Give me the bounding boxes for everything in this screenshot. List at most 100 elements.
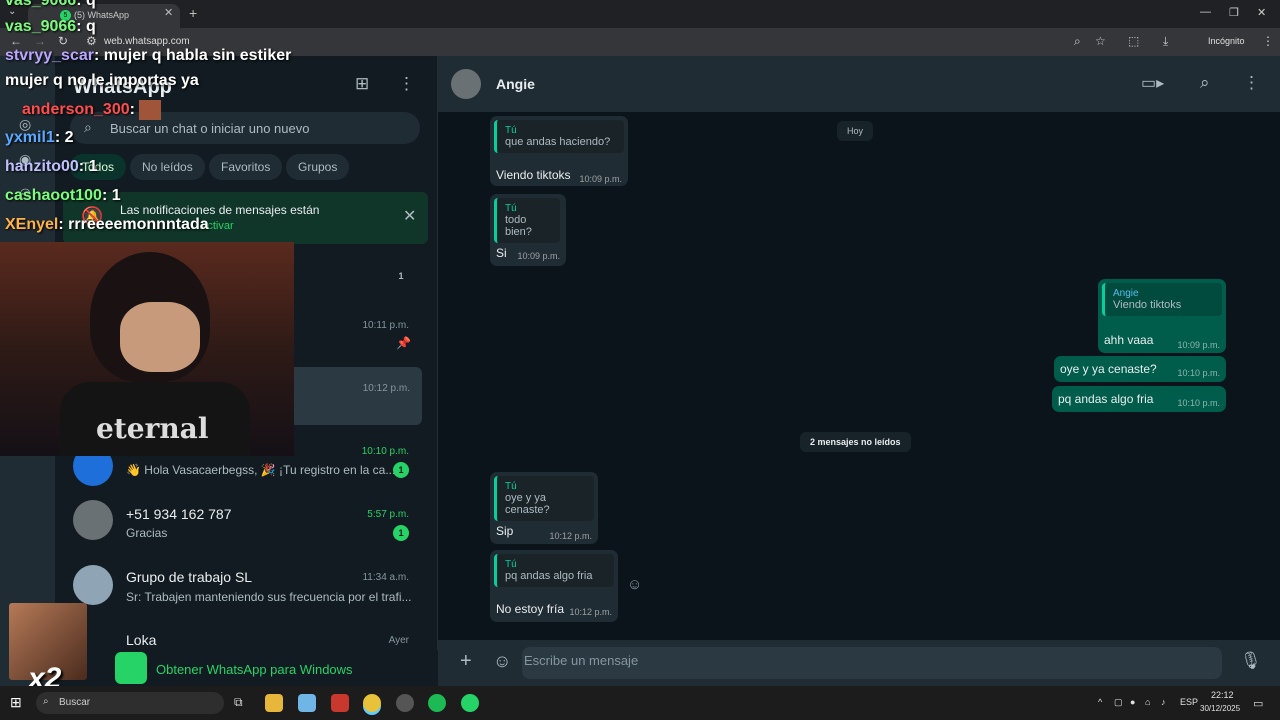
tab-list-chevron-icon[interactable]: ⌄ — [8, 6, 16, 17]
chat-name: Grupo de trabajo SL — [126, 569, 253, 585]
message-bubble[interactable]: Tú oye y ya cenaste? Sip 10:12 p.m. — [490, 472, 598, 544]
message-time: 10:12 p.m. — [549, 531, 592, 541]
sticker-icon[interactable]: ☺ — [493, 651, 511, 672]
restore-icon[interactable]: ❐ — [1229, 6, 1239, 19]
chat-header[interactable]: Angie ▭▸ ⌕ ⋮ — [438, 56, 1280, 112]
close-icon[interactable]: ✕ — [403, 206, 416, 226]
forward-icon[interactable]: → — [34, 34, 46, 48]
unread-badge: 1 — [393, 462, 409, 478]
filter-unread[interactable]: No leídos — [130, 154, 205, 180]
tab-close-icon[interactable]: ✕ — [164, 6, 173, 19]
bell-off-icon: 🔕 — [81, 206, 104, 226]
react-emoji-icon[interactable]: ☺ — [627, 576, 642, 593]
quoted-message[interactable]: Tú que andas haciendo? — [494, 120, 624, 153]
streamer-face — [120, 302, 200, 372]
windows-taskbar: ⊞ ⌕ Buscar ⧉ ^ ▢ ● ⌂ ♪ ESP 22:12 30/12/2… — [0, 686, 1280, 720]
whatsapp-logo-icon — [115, 652, 147, 684]
avatar — [73, 500, 113, 540]
channels-icon[interactable]: ◉ — [19, 151, 31, 168]
contact-avatar[interactable] — [451, 69, 481, 99]
unread-badge: 1 — [398, 271, 404, 281]
quoted-message[interactable]: Tú todo bien? — [494, 198, 560, 243]
browser-menu-icon[interactable]: ⋮ — [1262, 34, 1274, 48]
bookmark-star-icon[interactable]: ☆ — [1095, 34, 1106, 48]
message-text: Si — [496, 246, 507, 260]
clock-date[interactable]: 30/12/2025 — [1200, 704, 1240, 713]
message-time: 10:09 p.m. — [1177, 340, 1220, 350]
reload-icon[interactable]: ↻ — [58, 34, 68, 48]
notepad-icon[interactable] — [298, 694, 316, 712]
message-bubble[interactable]: Tú pq andas algo fria No estoy fría 10:1… — [490, 550, 618, 622]
language-indicator[interactable]: ESP — [1180, 697, 1198, 707]
browser-tab[interactable]: 5 (5) WhatsApp — [28, 4, 180, 28]
app-icon[interactable] — [331, 694, 349, 712]
chat-preview: Gracias — [126, 526, 168, 540]
chat-preview: 👋 Hola Vasacaerbegss, 🎉 ¡Tu registro en … — [126, 463, 396, 477]
chrome-icon[interactable] — [363, 694, 381, 712]
filter-favorites[interactable]: Favoritos — [209, 154, 283, 180]
url-field[interactable]: web.whatsapp.com — [104, 36, 190, 47]
video-call-icon[interactable]: ▭▸ — [1141, 73, 1164, 93]
contact-name[interactable]: Angie — [496, 76, 535, 92]
site-info-icon[interactable]: ⚙ — [86, 34, 97, 48]
download-icon[interactable]: ⤓ — [1163, 34, 1168, 49]
clock-time[interactable]: 22:12 — [1211, 690, 1234, 700]
incognito-label[interactable]: Incógnito — [1208, 36, 1245, 46]
taskbar-search[interactable]: ⌕ Buscar — [36, 692, 224, 714]
windows-start-icon[interactable]: ⊞ — [10, 694, 22, 711]
conversation-pane: Angie ▭▸ ⌕ ⋮ Hoy Tú que andas haciendo? … — [438, 56, 1280, 686]
message-time: 10:12 p.m. — [569, 607, 612, 617]
search-input[interactable]: ⌕ Buscar un chat o iniciar uno nuevo — [70, 112, 420, 144]
chat-name: +51 934 162 787 — [126, 506, 232, 522]
search-icon: ⌕ — [43, 696, 49, 707]
zoom-icon[interactable]: ⌕ — [1074, 34, 1081, 49]
quote-author: Tú — [505, 559, 517, 570]
notification-text: Las notificaciones de mensajes están — [120, 203, 320, 217]
message-bubble[interactable]: Tú que andas haciendo? Viendo tiktoks 10… — [490, 116, 628, 186]
microphone-tray-icon[interactable]: ● — [1130, 697, 1135, 707]
tray-chevron-icon[interactable]: ^ — [1098, 697, 1102, 707]
message-text: oye y ya cenaste? — [1060, 362, 1157, 376]
notifications-icon[interactable]: ▭ — [1253, 697, 1263, 710]
message-bubble[interactable]: Tú todo bien? Si 10:09 p.m. — [490, 194, 566, 266]
get-windows-banner[interactable]: Obtener WhatsApp para Windows — [55, 650, 438, 686]
quote-author: Tú — [505, 481, 517, 492]
attach-plus-icon[interactable]: + — [460, 650, 472, 673]
unread-divider: 2 mensajes no leídos — [800, 432, 911, 452]
back-icon[interactable]: ← — [10, 34, 22, 48]
file-explorer-icon[interactable] — [265, 694, 283, 712]
message-bubble[interactable]: oye y ya cenaste? 10:10 p.m. — [1054, 356, 1226, 382]
whatsapp-taskbar-icon[interactable] — [461, 694, 479, 712]
extension-icon[interactable]: ⬚ — [1128, 34, 1139, 48]
search-icon[interactable]: ⌕ — [1200, 73, 1210, 93]
task-view-icon[interactable]: ⧉ — [234, 695, 243, 710]
volume-icon[interactable]: ♪ — [1161, 697, 1166, 707]
quoted-message[interactable]: Tú pq andas algo fria — [494, 554, 614, 587]
window-close-icon[interactable]: ✕ — [1257, 6, 1266, 19]
chat-time: 5:57 p.m. — [367, 509, 409, 520]
date-divider: Hoy — [837, 121, 874, 141]
network-icon[interactable]: ⌂ — [1145, 697, 1150, 707]
quote-author: Tú — [505, 203, 517, 214]
minimize-icon[interactable]: — — [1200, 6, 1211, 18]
tray-icon[interactable]: ▢ — [1114, 697, 1123, 708]
taskbar-search-label: Buscar — [59, 697, 91, 708]
quoted-message[interactable]: Angie Viendo tiktoks — [1102, 283, 1222, 316]
microphone-icon[interactable]: 🎙 — [1240, 651, 1262, 671]
menu-icon[interactable]: ⋮ — [1243, 73, 1260, 93]
filter-groups[interactable]: Grupos — [286, 154, 350, 180]
unread-badge: 1 — [393, 525, 409, 541]
obs-icon[interactable] — [396, 694, 414, 712]
get-windows-link[interactable]: Obtener WhatsApp para Windows — [156, 662, 353, 677]
message-bubble[interactable]: Angie Viendo tiktoks ahh vaaa 10:09 p.m. — [1098, 279, 1226, 353]
notification-activate-link[interactable]: Activar — [200, 220, 234, 232]
status-icon[interactable]: ◎ — [19, 116, 31, 133]
new-chat-icon[interactable]: ⊞ — [355, 74, 369, 94]
spotify-icon[interactable] — [428, 694, 446, 712]
filter-all[interactable]: Todos — [70, 154, 127, 180]
message-bubble[interactable]: pq andas algo fria 10:10 p.m. — [1052, 386, 1226, 412]
communities-icon[interactable]: ⚇ — [19, 186, 32, 203]
menu-icon[interactable]: ⋮ — [398, 74, 415, 94]
quoted-message[interactable]: Tú oye y ya cenaste? — [494, 476, 594, 521]
new-tab-icon[interactable]: + — [189, 5, 197, 21]
